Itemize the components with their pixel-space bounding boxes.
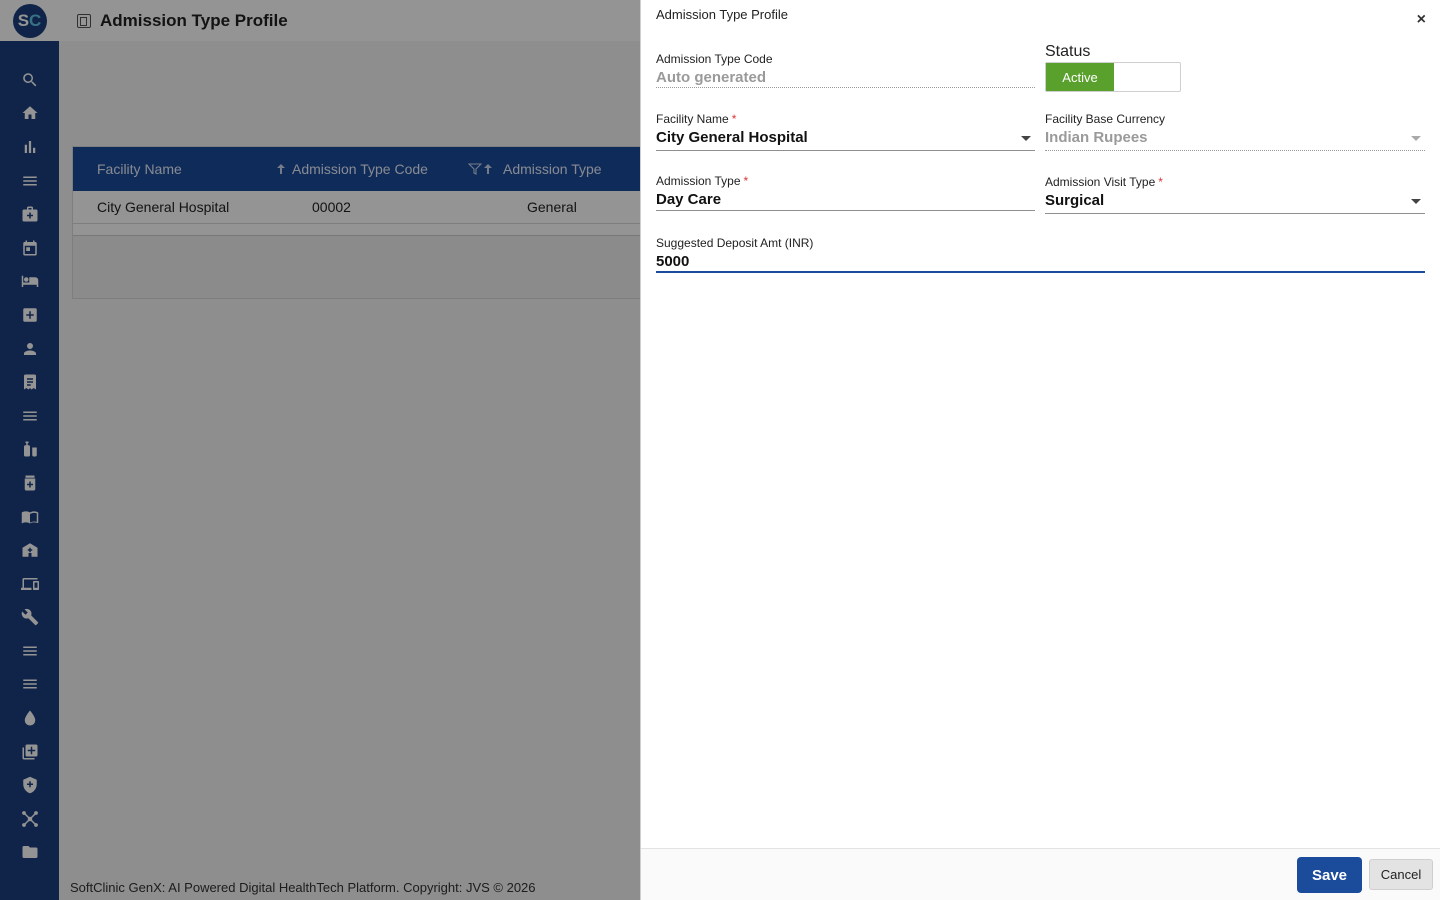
cancel-button[interactable]: Cancel xyxy=(1369,859,1433,890)
facility-name-value: City General Hospital xyxy=(656,129,808,146)
facility-base-currency-label: Facility Base Currency xyxy=(1045,112,1166,126)
admission-type-input[interactable]: Admission Type * Day Care xyxy=(656,174,1035,212)
save-button[interactable]: Save xyxy=(1297,857,1362,893)
facility-name-label: Facility Name xyxy=(656,112,729,126)
admission-type-code-field: Admission Type Code Auto generated xyxy=(656,52,1035,90)
admission-type-code-value: Auto generated xyxy=(656,69,767,86)
admission-visit-type-select[interactable]: Admission Visit Type * Surgical xyxy=(1045,175,1425,215)
admission-type-value: Day Care xyxy=(656,191,722,208)
suggested-deposit-input[interactable]: Suggested Deposit Amt (INR) 5000 xyxy=(656,236,1425,276)
status-label: Status xyxy=(1045,43,1091,60)
close-icon[interactable]: × xyxy=(1417,11,1426,29)
required-mark: * xyxy=(743,174,749,188)
required-mark: * xyxy=(731,112,737,126)
chevron-down-icon[interactable] xyxy=(1021,136,1031,141)
required-mark: * xyxy=(1158,175,1163,189)
suggested-deposit-label: Suggested Deposit Amt (INR) xyxy=(656,236,814,250)
field-underline xyxy=(656,87,1035,88)
facility-base-currency-value: Indian Rupees xyxy=(1045,129,1148,146)
admission-type-label: Admission Type xyxy=(656,174,741,188)
admission-visit-type-value: Surgical xyxy=(1045,192,1105,209)
field-underline xyxy=(656,150,1035,151)
field-underline-focused xyxy=(656,271,1425,273)
status-toggle[interactable]: Active xyxy=(1045,62,1181,92)
facility-base-currency-select: Facility Base Currency Indian Rupees xyxy=(1045,112,1425,152)
admission-type-label-wrap: Admission Type * xyxy=(656,174,1035,188)
field-underline xyxy=(656,210,1035,211)
field-underline xyxy=(1045,150,1425,151)
admission-type-code-label: Admission Type Code xyxy=(656,52,773,66)
status-active-option[interactable]: Active xyxy=(1046,63,1114,91)
admission-visit-type-label: Admission Visit Type xyxy=(1045,175,1156,189)
suggested-deposit-value: 5000 xyxy=(656,253,690,270)
admission-type-dialog: Admission Type Profile × Admission Type … xyxy=(640,0,1440,900)
facility-name-label-wrap: Facility Name * xyxy=(656,112,1035,126)
field-underline xyxy=(1045,213,1425,214)
dialog-title: Admission Type Profile xyxy=(656,7,788,22)
admission-visit-type-label-wrap: Admission Visit Type * xyxy=(1045,175,1425,189)
dialog-footer: Save Cancel xyxy=(641,848,1440,900)
chevron-down-icon[interactable] xyxy=(1411,199,1421,204)
chevron-down-icon xyxy=(1411,136,1421,141)
facility-name-select[interactable]: Facility Name * City General Hospital xyxy=(656,112,1035,152)
